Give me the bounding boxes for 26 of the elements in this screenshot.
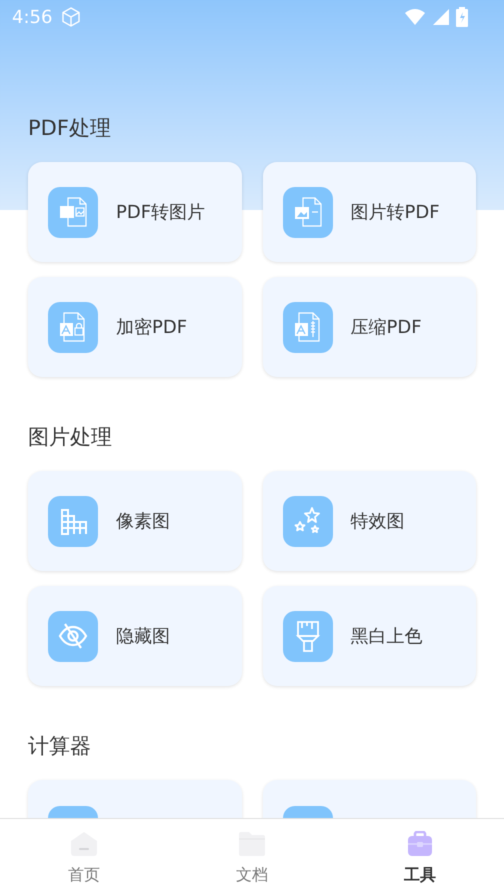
nav-label: 首页 [68,864,100,886]
nav-label: 工具 [404,864,436,886]
nav-tab[interactable]: 工具 [336,819,504,896]
tool-card[interactable]: 压缩PDF [262,277,476,377]
nav-label: 文档 [236,864,268,886]
tool-card[interactable]: 隐藏图 [28,586,242,686]
tool-label: 像素图 [116,510,170,534]
tool-label: 加密PDF [116,316,188,340]
tool-label: 特效图 [350,510,404,534]
nav-tab[interactable]: 文档 [168,819,336,896]
tool-label: 隐藏图 [116,624,170,648]
tool-card[interactable]: 加密PDF [28,277,242,377]
tool-label: 图片转PDF [350,200,440,224]
tool-label: 黑白上色 [350,624,422,648]
tool-card[interactable]: 像素图 [28,471,242,571]
tool-card[interactable]: 黑白上色 [262,586,476,686]
status-time: 4:56 [12,6,52,30]
section-title: 图片处理 [28,424,113,451]
nav-tab[interactable]: 首页 [0,819,168,896]
tool-card[interactable]: 图片转PDF [262,162,476,262]
section-title: 计算器 [28,733,92,760]
tool-card[interactable]: 特效图 [262,471,476,571]
section-title: PDF处理 [28,115,112,142]
tool-label: 压缩PDF [350,316,422,340]
tool-card[interactable]: PDF转图片 [28,162,242,262]
tool-label: PDF转图片 [116,200,206,224]
